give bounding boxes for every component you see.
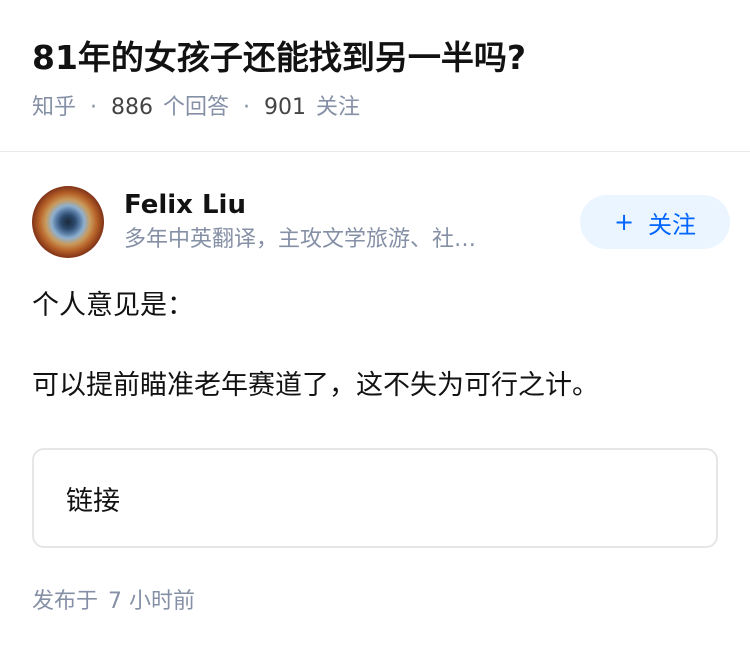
link-card-label: 链接	[66, 485, 120, 517]
meta-separator: ·	[90, 95, 98, 120]
publish-info: 发布于 7 小时前	[32, 586, 718, 618]
question-meta: 知乎 · 886 个回答 · 901 关注	[32, 92, 718, 124]
avatar[interactable]	[32, 186, 104, 258]
follow-button[interactable]: + 关注	[580, 195, 730, 249]
question-title[interactable]: 81年的女孩子还能找到另一半吗?	[32, 34, 718, 82]
published-time: 7 小时前	[108, 589, 196, 614]
author-row: Felix Liu 多年中英翻译，主攻文学旅游、社… + 关注	[32, 184, 730, 260]
published-label: 发布于	[32, 589, 99, 614]
source-label[interactable]: 知乎	[32, 92, 76, 124]
link-card[interactable]: 链接	[32, 448, 718, 548]
question-header: 81年的女孩子还能找到另一半吗? 知乎 · 886 个回答 · 901 关注	[0, 0, 750, 124]
author-info: Felix Liu 多年中英翻译，主攻文学旅游、社…	[124, 187, 536, 257]
meta-separator: ·	[243, 95, 251, 120]
answers-label[interactable]: 个回答	[163, 92, 229, 124]
answers-count: 886	[111, 95, 154, 120]
followers-count: 901	[264, 95, 307, 120]
author-description: 多年中英翻译，主攻文学旅游、社…	[124, 227, 477, 252]
answer-paragraph: 可以提前瞄准老年赛道了，这不失为可行之计。	[32, 370, 599, 401]
author-name[interactable]: Felix Liu	[124, 187, 536, 223]
answer-paragraph: 个人意见是：	[32, 290, 194, 321]
answer-card: Felix Liu 多年中英翻译，主攻文学旅游、社… + 关注 个人意见是： 可…	[32, 184, 730, 618]
follow-button-label: 关注	[648, 210, 697, 239]
plus-icon: +	[613, 208, 635, 236]
answer-content: 个人意见是： 可以提前瞄准老年赛道了，这不失为可行之计。	[32, 286, 718, 406]
section-divider	[0, 151, 750, 152]
followers-label[interactable]: 关注	[316, 92, 360, 124]
